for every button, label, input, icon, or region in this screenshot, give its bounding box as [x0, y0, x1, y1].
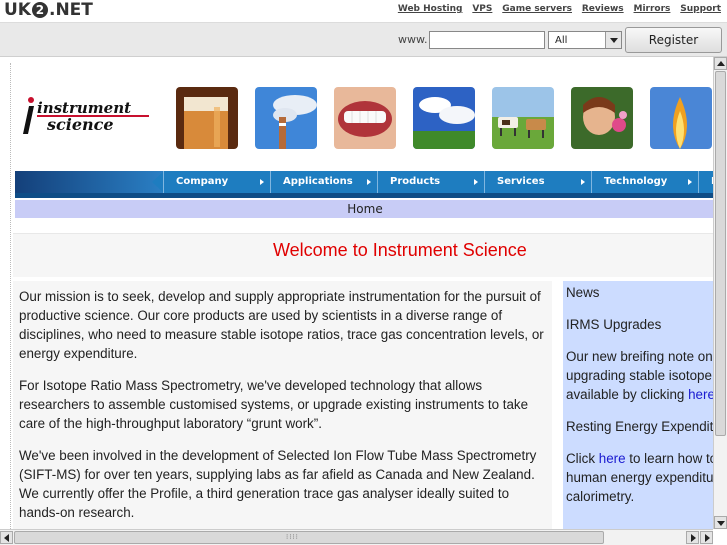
news-heading: News: [566, 285, 600, 300]
news-item-irms-line: available by clicking: [566, 387, 685, 402]
www-prefix-label: www.: [398, 33, 428, 46]
nav-underline-bar: [15, 193, 713, 198]
browser-page: UK 2 .NET Web Hosting VPS Game servers Rev…: [0, 0, 727, 545]
photo-clouds-field: [413, 87, 475, 149]
chevron-right-icon: [260, 179, 264, 185]
chevron-right-icon: [367, 179, 371, 185]
nav-item-label: Products: [390, 176, 441, 187]
nav-item-label: Services: [497, 176, 545, 187]
link-reviews[interactable]: Reviews: [582, 4, 624, 14]
news-energy-here-link[interactable]: here: [599, 451, 626, 466]
nav-item-label: Company: [176, 176, 229, 187]
scroll-up-arrow-icon[interactable]: [714, 57, 727, 70]
news-item-irms-line: upgrading stable isotope: [566, 368, 712, 383]
host-nav-links: Web Hosting VPS Game servers Reviews Mir…: [391, 4, 721, 14]
header-photo-strip: [176, 87, 713, 149]
chevron-right-icon: [581, 179, 585, 185]
instrument-science-logo[interactable]: instrument science: [19, 93, 154, 143]
mission-text-block: Our mission is to seek, develop and supp…: [13, 281, 552, 533]
news-item-energy-title: Resting Energy Expendit: [566, 419, 713, 434]
news-sidebar: News IRMS Upgrades Our new breifing note…: [563, 281, 713, 533]
nav-item-services[interactable]: Services: [484, 171, 591, 193]
horizontal-scrollbar[interactable]: ⁞⁞⁞⁞: [0, 529, 713, 545]
nav-item-technology[interactable]: Technology: [591, 171, 698, 193]
irms-paragraph: For Isotope Ratio Mass Spectrometry, we'…: [19, 378, 529, 431]
scroll-right-arrow-icon[interactable]: [686, 531, 699, 544]
welcome-banner: Welcome to Instrument Science: [13, 233, 713, 277]
nav-item-truncated[interactable]: I: [698, 171, 713, 193]
scroll-grip-icon: ⁞⁞⁞⁞: [286, 533, 299, 541]
scroll-left-arrow-icon[interactable]: [0, 531, 13, 544]
nav-lead-swoosh: [15, 171, 164, 193]
link-mirrors[interactable]: Mirrors: [634, 4, 671, 14]
horizontal-scroll-thumb[interactable]: [14, 531, 604, 544]
site-main-nav: Company Applications Products Services T…: [15, 171, 713, 193]
news-item-energy-line: human energy expenditu: [566, 470, 713, 485]
scroll-down-arrow-icon[interactable]: [714, 516, 727, 529]
domain-search-bar: www. All Register Domain: [0, 22, 727, 71]
link-support[interactable]: Support: [680, 4, 721, 14]
nav-item-applications[interactable]: Applications: [270, 171, 377, 193]
logo-prefix: UK: [4, 0, 31, 20]
breadcrumb[interactable]: Home: [15, 200, 713, 218]
photo-cows-meadow: [492, 87, 554, 149]
link-web-hosting[interactable]: Web Hosting: [398, 4, 463, 14]
uk2-logo[interactable]: UK 2 .NET: [4, 0, 93, 20]
news-item-energy-line: to learn how to: [629, 451, 713, 466]
tld-select[interactable]: All: [548, 31, 622, 49]
nav-item-label: Technology: [604, 176, 668, 187]
vertical-scrollbar[interactable]: [713, 57, 727, 529]
tld-select-value: All: [555, 35, 568, 46]
mission-paragraph: Our mission is to seek, develop and supp…: [19, 289, 544, 361]
page-title: Welcome to Instrument Science: [273, 240, 527, 260]
chevron-right-icon: [474, 179, 478, 185]
link-game-servers[interactable]: Game servers: [502, 4, 572, 14]
nav-item-label: Applications: [283, 176, 353, 187]
link-vps[interactable]: VPS: [472, 4, 492, 14]
logo-i-mark-icon: [23, 97, 34, 134]
host-top-bar: UK 2 .NET Web Hosting VPS Game servers Rev…: [0, 0, 727, 22]
photo-child-blowing: [571, 87, 633, 149]
photo-smile-teeth: [334, 87, 396, 149]
news-item-energy-line: Click: [566, 451, 596, 466]
instrument-science-page: instrument science Company Applications …: [10, 63, 713, 533]
sift-ms-paragraph: We've been involved in the development o…: [19, 448, 537, 520]
photo-beer-glass: [176, 87, 238, 149]
photo-gas-flame: [650, 87, 712, 149]
logo-mid: 2: [31, 2, 48, 18]
content-frame: instrument science Company Applications …: [0, 57, 727, 545]
news-item-irms-title: IRMS Upgrades: [566, 317, 662, 332]
nav-item-company[interactable]: Company: [163, 171, 270, 193]
register-domain-button[interactable]: Register Domain: [625, 27, 722, 71]
photo-chimney-smoke: [255, 87, 317, 149]
vertical-scroll-thumb[interactable]: [715, 71, 726, 436]
chevron-right-icon: [688, 179, 692, 185]
chevron-down-icon[interactable]: [605, 32, 621, 48]
logo-word-science: science: [47, 115, 114, 134]
news-item-irms-line: Our new breifing note on: [566, 349, 713, 364]
scroll-right-arrow-icon[interactable]: [700, 531, 713, 544]
nav-item-products[interactable]: Products: [377, 171, 484, 193]
logo-suffix: .NET: [48, 0, 93, 20]
news-item-energy-line: calorimetry.: [566, 489, 635, 504]
domain-input[interactable]: [429, 31, 545, 49]
news-irms-here-link[interactable]: here: [688, 387, 713, 402]
